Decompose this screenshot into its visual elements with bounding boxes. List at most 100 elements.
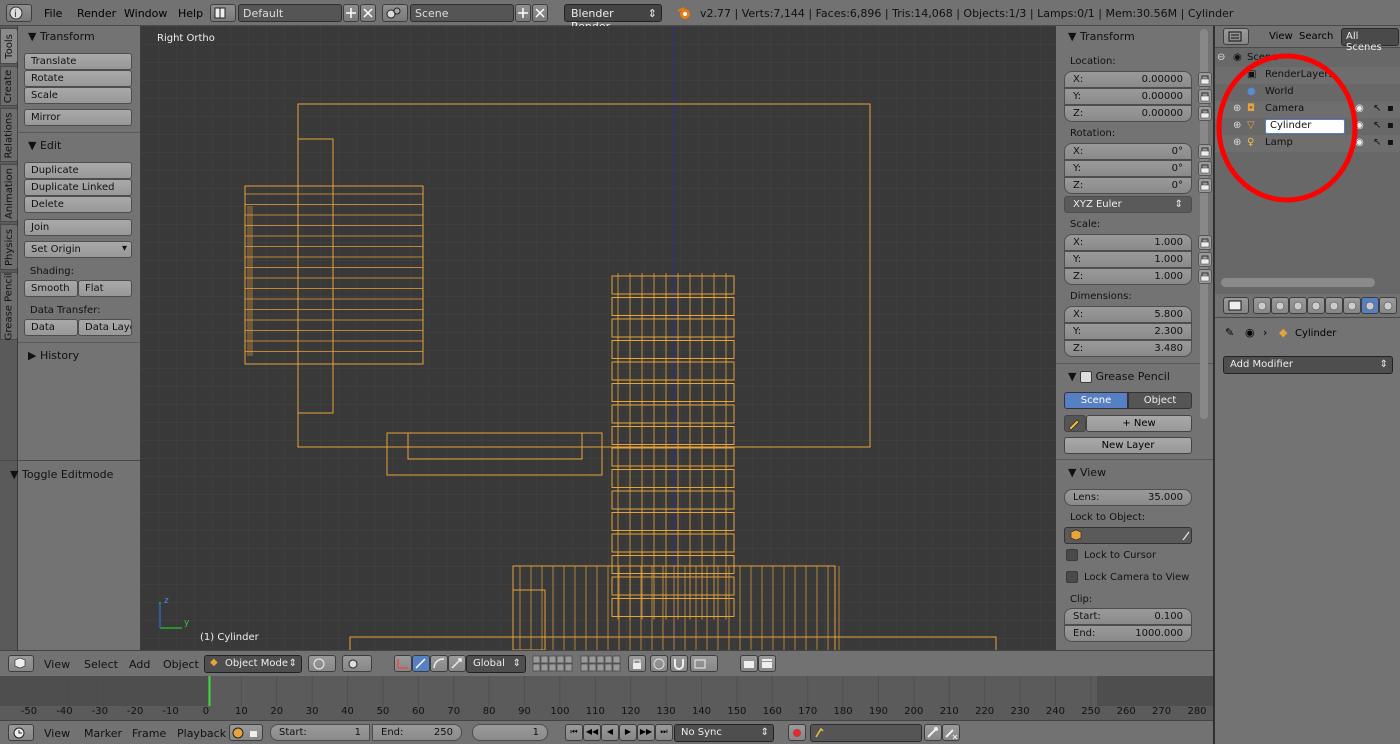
remove-layout-button[interactable] bbox=[360, 4, 376, 22]
menu-add[interactable]: Add bbox=[129, 658, 150, 671]
layer-toggle[interactable] bbox=[564, 655, 573, 664]
lens-field[interactable]: Lens: 35.000 bbox=[1064, 489, 1192, 506]
lock-to-cursor-checkbox[interactable] bbox=[1066, 549, 1078, 561]
object-tab[interactable] bbox=[1325, 297, 1343, 314]
menu-select[interactable]: Select bbox=[84, 658, 118, 671]
scale-manipulator-button[interactable] bbox=[448, 655, 466, 672]
jump-end-button[interactable]: ⏭ bbox=[655, 724, 673, 741]
tab-grease-pencil[interactable]: Grease Pencil bbox=[0, 272, 18, 340]
render-layers-tab[interactable] bbox=[1271, 297, 1289, 314]
menu-help[interactable]: Help bbox=[178, 7, 203, 20]
translate-button[interactable]: Translate bbox=[24, 53, 132, 70]
layer-toggle[interactable] bbox=[532, 663, 541, 672]
layer-toggle[interactable] bbox=[588, 663, 597, 672]
join-button[interactable]: Join bbox=[24, 219, 132, 236]
lock-icon[interactable] bbox=[1198, 106, 1212, 121]
lock-camera-checkbox[interactable] bbox=[1066, 571, 1078, 583]
location-z-field[interactable]: Z: 0.00000 bbox=[1064, 105, 1192, 122]
rotate-button[interactable]: Rotate bbox=[24, 70, 132, 87]
add-scene-button[interactable] bbox=[515, 4, 531, 22]
properties-editor-type-button[interactable] bbox=[1223, 297, 1249, 314]
dimensions-z-field[interactable]: Z: 3.480 bbox=[1064, 340, 1192, 357]
layer-toggle[interactable] bbox=[612, 663, 621, 672]
play-button[interactable]: ▶ bbox=[619, 724, 637, 741]
layer-toggle[interactable] bbox=[588, 655, 597, 664]
layer-toggle[interactable] bbox=[564, 663, 573, 672]
gp-object-button[interactable]: Object bbox=[1128, 392, 1192, 409]
viewport-shading-button[interactable] bbox=[308, 655, 336, 672]
data-tab[interactable] bbox=[1379, 297, 1397, 314]
outliner-search-menu[interactable]: Search bbox=[1299, 31, 1333, 42]
dimensions-y-field[interactable]: Y: 2.300 bbox=[1064, 323, 1192, 340]
edit-panel-header[interactable]: ▼ Edit bbox=[24, 136, 65, 154]
lock-icon[interactable] bbox=[1198, 161, 1212, 176]
start-frame-field[interactable]: Start: 1 bbox=[270, 724, 370, 741]
scale-z-field[interactable]: Z: 1.000 bbox=[1064, 268, 1192, 285]
history-panel-header[interactable]: ▶ History bbox=[24, 346, 83, 364]
manipulator-toggle[interactable] bbox=[394, 655, 412, 672]
scale-y-field[interactable]: Y: 1.000 bbox=[1064, 251, 1192, 268]
scene-selector-button[interactable] bbox=[382, 4, 408, 22]
layer-toggle[interactable] bbox=[596, 655, 605, 664]
timeline-menu-marker[interactable]: Marker bbox=[84, 727, 122, 740]
transform-orientation-dropdown[interactable]: Global ⇕ bbox=[466, 655, 526, 673]
prev-keyframe-button[interactable]: ◀◀ bbox=[583, 724, 601, 741]
record-button[interactable] bbox=[788, 724, 806, 741]
rotation-x-field[interactable]: X: 0° bbox=[1064, 143, 1192, 160]
add-layout-button[interactable] bbox=[343, 4, 359, 22]
timeline-menu-view[interactable]: View bbox=[44, 727, 70, 740]
layer-toggle[interactable] bbox=[556, 655, 565, 664]
tab-create[interactable]: Create bbox=[0, 66, 18, 106]
gp-scene-button[interactable]: Scene bbox=[1064, 392, 1128, 409]
interaction-mode-dropdown[interactable]: ◆ Object Mode ⇕ bbox=[204, 655, 302, 673]
smooth-button[interactable]: Smooth bbox=[24, 280, 78, 297]
duplicate-button[interactable]: Duplicate bbox=[24, 162, 132, 179]
dimensions-x-field[interactable]: X: 5.800 bbox=[1064, 306, 1192, 323]
duplicate-linked-button[interactable]: Duplicate Linked bbox=[24, 179, 132, 196]
menu-window[interactable]: Window bbox=[124, 7, 167, 20]
data-button[interactable]: Data bbox=[24, 319, 78, 336]
layer-toggle[interactable] bbox=[532, 655, 541, 664]
3d-viewport[interactable]: Right Ortho z y (1) Cylinder bbox=[140, 26, 1056, 650]
operator-panel-header[interactable]: ▼ Toggle Editmode bbox=[6, 465, 117, 483]
remove-scene-button[interactable] bbox=[532, 4, 548, 22]
tab-animation[interactable]: Animation bbox=[0, 164, 18, 222]
scene-layers-left[interactable] bbox=[532, 655, 576, 673]
menu-file[interactable]: File bbox=[44, 7, 62, 20]
location-y-field[interactable]: Y: 0.00000 bbox=[1064, 88, 1192, 105]
scale-button[interactable]: Scale bbox=[24, 87, 132, 104]
grease-pencil-checkbox[interactable] bbox=[1079, 371, 1092, 383]
timeline-menu-playback[interactable]: Playback bbox=[177, 727, 226, 740]
timeline-editor-type-button[interactable] bbox=[8, 724, 34, 741]
outliner-editor-type-button[interactable] bbox=[1223, 28, 1249, 45]
gp-new-layer-button[interactable]: New Layer bbox=[1064, 437, 1192, 454]
scene-name-field[interactable]: Scene bbox=[410, 4, 514, 22]
outliner-scrollbar[interactable] bbox=[1221, 278, 1375, 287]
view-panel-header[interactable]: ▼ View bbox=[1064, 463, 1110, 481]
viewport-canvas[interactable] bbox=[140, 26, 1056, 650]
data-layout-button[interactable]: Data Layo bbox=[78, 319, 132, 336]
menu-render[interactable]: Render bbox=[77, 7, 116, 20]
transform-panel-header[interactable]: ▼ Transform bbox=[24, 27, 99, 45]
end-frame-field[interactable]: End: 250 bbox=[372, 724, 462, 741]
delete-button[interactable]: Delete bbox=[24, 196, 132, 213]
layer-toggle[interactable] bbox=[604, 663, 613, 672]
render-tab[interactable] bbox=[1253, 297, 1271, 314]
tab-physics[interactable]: Physics bbox=[0, 224, 18, 270]
viewport-editor-type-button[interactable] bbox=[8, 655, 34, 672]
rotation-y-field[interactable]: Y: 0° bbox=[1064, 160, 1192, 177]
menu-object[interactable]: Object bbox=[163, 658, 199, 671]
current-frame-field[interactable]: 1 bbox=[472, 724, 548, 741]
pivot-point-button[interactable] bbox=[342, 655, 372, 672]
proportional-edit-button[interactable] bbox=[650, 655, 668, 672]
set-origin-button[interactable]: Set Origin ▾ bbox=[24, 241, 132, 258]
display-mode-dropdown[interactable]: All Scenes bbox=[1341, 28, 1399, 53]
layer-toggle[interactable] bbox=[596, 663, 605, 672]
layout-name-field[interactable]: Default bbox=[238, 4, 342, 22]
play-reverse-button[interactable]: ◀ bbox=[601, 724, 619, 741]
lock-icon[interactable] bbox=[1198, 89, 1212, 104]
outliner-view-menu[interactable]: View bbox=[1269, 31, 1293, 42]
gp-new-button[interactable]: + New bbox=[1086, 415, 1192, 432]
timeline-editor[interactable]: -50 -40 -30 -20 -10 0 10 20 30 40 50 60 70 80 90 100 110… bbox=[0, 676, 1214, 720]
grease-pencil-header[interactable]: ▼ Grease Pencil bbox=[1064, 367, 1174, 385]
